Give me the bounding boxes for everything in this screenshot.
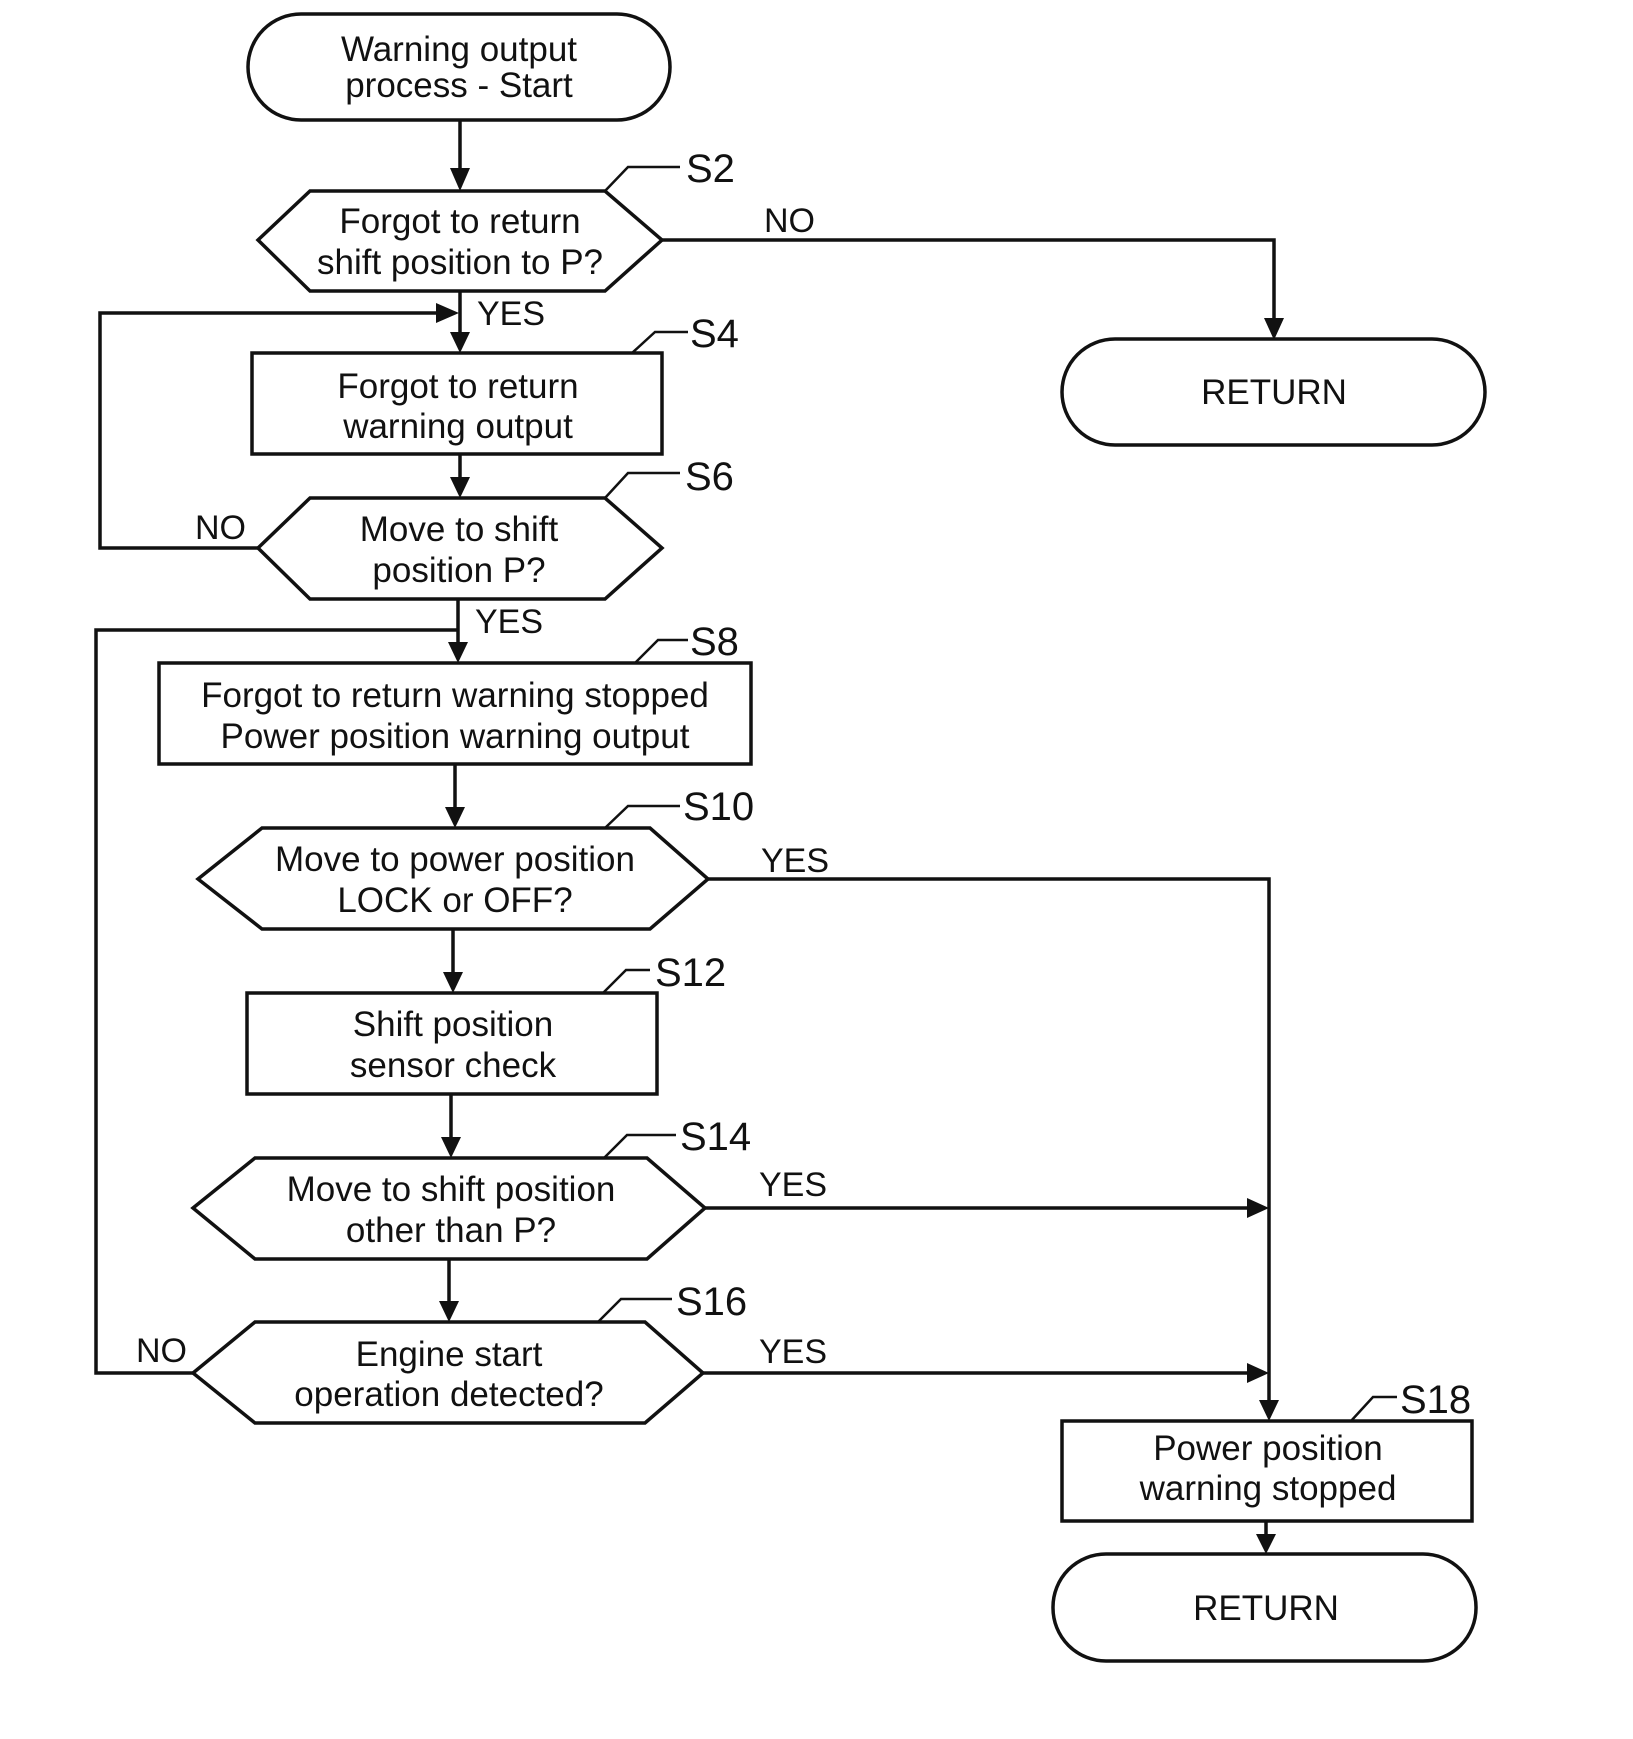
branch-label-s14-yes: YES — [759, 1166, 827, 1204]
arrowhead — [1259, 1400, 1279, 1421]
step-label-s14: S14 — [680, 1115, 751, 1159]
arrowhead — [1264, 318, 1284, 340]
s12-text-line1: Shift position — [353, 1005, 553, 1044]
arrowhead — [1256, 1534, 1276, 1554]
s2-text-line2: shift position to P? — [317, 243, 603, 282]
s6-text-line2: position P? — [372, 551, 545, 590]
s16-text-line2: operation detected? — [294, 1375, 603, 1414]
start-text-line2: process - Start — [345, 66, 573, 105]
edge-s10-yes-s18 — [708, 877, 1271, 1408]
branch-label-s6-no: NO — [195, 509, 246, 547]
leader-s4 — [631, 330, 688, 354]
branch-label-s2-no: NO — [764, 202, 815, 240]
s8-text-line2: Power position warning output — [221, 717, 690, 756]
arrowhead — [439, 1301, 459, 1322]
arrowhead — [448, 642, 468, 663]
arrowhead — [1247, 1363, 1269, 1383]
leader-s8 — [634, 638, 688, 664]
step-label-s12: S12 — [655, 951, 726, 995]
s14-text-line1: Move to shift position — [287, 1170, 616, 1209]
s12-text-line2: sensor check — [350, 1046, 557, 1085]
branch-label-s16-yes: YES — [759, 1333, 827, 1371]
step-label-s16: S16 — [676, 1280, 747, 1324]
step-label-s4: S4 — [690, 312, 739, 356]
leader-s12 — [602, 968, 650, 994]
arrowhead — [436, 303, 459, 323]
step-label-s8: S8 — [690, 620, 739, 664]
arrowhead — [450, 168, 470, 191]
s8-text-line1: Forgot to return warning stopped — [201, 676, 709, 715]
branch-label-s2-yes: YES — [477, 295, 545, 333]
step-label-s10: S10 — [683, 785, 754, 829]
leader-s16 — [597, 1297, 672, 1323]
branch-label-s16-no: NO — [136, 1332, 187, 1370]
s4-text-line1: Forgot to return — [337, 367, 578, 406]
s4-text-line2: warning output — [342, 407, 573, 446]
arrowhead — [450, 477, 470, 498]
edge-s2-no-return — [662, 238, 1276, 325]
branch-label-s10-yes: YES — [761, 842, 829, 880]
s10-text-line1: Move to power position — [275, 840, 635, 879]
s2-text-line1: Forgot to return — [339, 202, 580, 241]
s18-text-line1: Power position — [1153, 1429, 1383, 1468]
s6-text-line1: Move to shift — [360, 510, 559, 549]
leader-s10 — [604, 804, 680, 829]
leader-s14 — [603, 1133, 676, 1159]
return-bottom-text: RETURN — [1193, 1589, 1339, 1628]
return-top-text: RETURN — [1201, 373, 1347, 412]
s16-text-line1: Engine start — [356, 1335, 543, 1374]
arrowhead — [441, 1137, 461, 1158]
start-text-line1: Warning output — [341, 30, 577, 69]
step-label-s6: S6 — [685, 455, 734, 499]
flowchart: Warning output process - Start Forgot to… — [94, 12, 1487, 1663]
step-label-s2: S2 — [686, 147, 735, 191]
arrowhead — [445, 807, 465, 828]
arrowhead — [443, 972, 463, 993]
branch-label-s6-yes: YES — [475, 603, 543, 641]
s18-text-line2: warning stopped — [1139, 1469, 1397, 1508]
leader-s6 — [604, 471, 680, 499]
arrowhead — [450, 332, 470, 353]
leader-s18 — [1350, 1395, 1397, 1422]
leader-s2 — [604, 165, 680, 192]
s10-text-line2: LOCK or OFF? — [337, 881, 572, 920]
s14-text-line2: other than P? — [346, 1211, 556, 1250]
arrowhead — [1247, 1198, 1269, 1218]
step-label-s18: S18 — [1400, 1378, 1471, 1422]
